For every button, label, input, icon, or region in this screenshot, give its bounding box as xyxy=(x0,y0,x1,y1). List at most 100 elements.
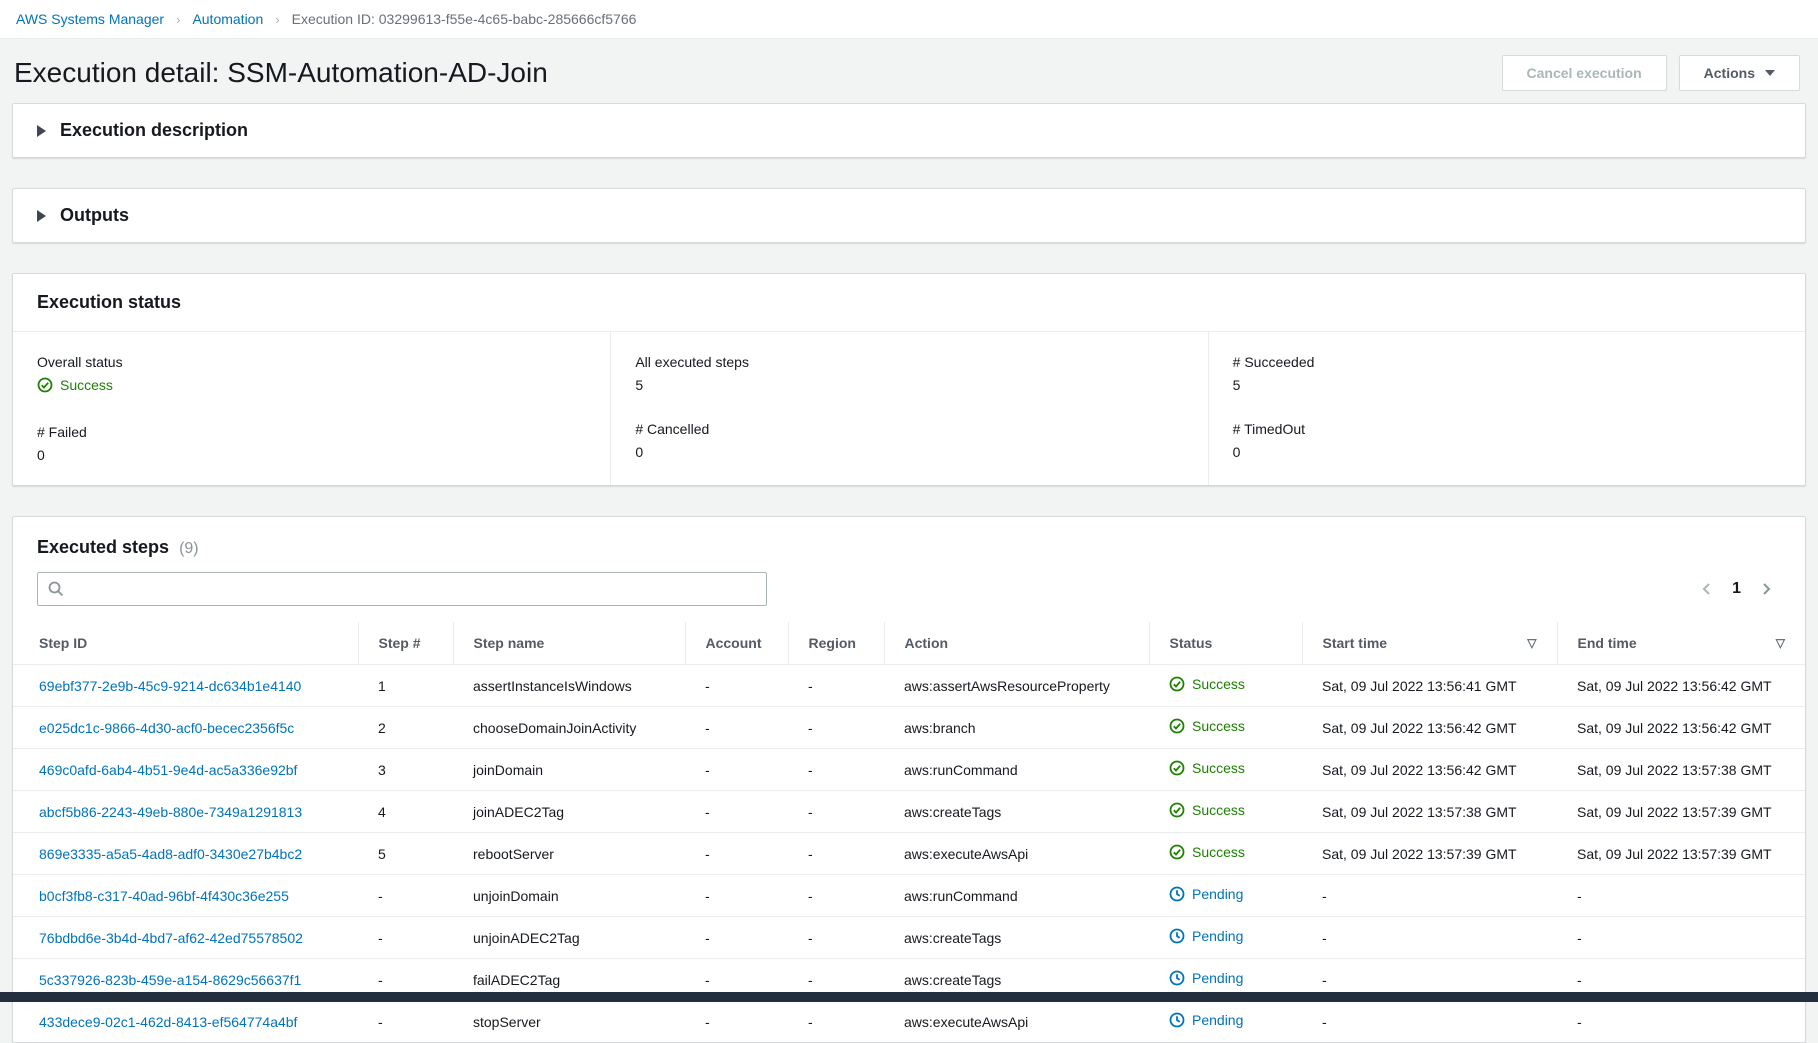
start-time-cell: Sat, 09 Jul 2022 13:57:38 GMT xyxy=(1302,790,1557,833)
action-cell: aws:createTags xyxy=(884,790,1149,833)
status-badge: Pending xyxy=(1169,886,1243,902)
cancel-execution-button[interactable]: Cancel execution xyxy=(1501,55,1667,91)
step-id-link[interactable]: 5c337926-823b-459e-a154-8629c56637f1 xyxy=(39,972,301,988)
end-time-cell: Sat, 09 Jul 2022 13:56:42 GMT xyxy=(1557,706,1805,749)
step-name-cell: joinADEC2Tag xyxy=(453,790,685,833)
previous-page-button[interactable] xyxy=(1700,582,1714,596)
action-cell: aws:executeAwsApi xyxy=(884,832,1149,875)
account-cell: - xyxy=(685,1000,788,1042)
step-name-cell: unjoinDomain xyxy=(453,874,685,917)
start-time-cell: Sat, 09 Jul 2022 13:56:42 GMT xyxy=(1302,706,1557,749)
header-buttons: Cancel execution Actions xyxy=(1501,55,1805,91)
overall-status-field: Overall status Success xyxy=(37,354,586,396)
step-id-link[interactable]: b0cf3fb8-c317-40ad-96bf-4f430c36e255 xyxy=(39,888,289,904)
step-number-cell: 1 xyxy=(378,677,386,694)
status-badge: Success xyxy=(1169,844,1245,860)
step-number-cell: 4 xyxy=(358,790,453,833)
sort-filter-icon[interactable]: ▽ xyxy=(1776,636,1785,650)
page-number[interactable]: 1 xyxy=(1732,580,1741,598)
failed-value: 0 xyxy=(37,447,45,463)
status-cell: Pending xyxy=(1149,916,1302,959)
table-header-row: Step ID Step # Step name Account Region … xyxy=(13,622,1805,665)
column-header-start-time[interactable]: Start time ▽ xyxy=(1301,622,1557,665)
sort-filter-icon[interactable]: ▽ xyxy=(1527,636,1536,650)
action-cell: aws:branch xyxy=(884,706,1149,749)
chevron-right-icon xyxy=(1763,583,1771,595)
status-column-1: Overall status Success # Failed 0 xyxy=(13,332,610,485)
succeeded-value: 5 xyxy=(1232,377,1241,393)
column-header-step-number: Step # xyxy=(357,622,453,665)
start-time-header-label: Start time xyxy=(1322,635,1388,651)
step-id-link[interactable]: 869e3335-a5a5-4ad8-adf0-3430e27b4bc2 xyxy=(39,846,302,862)
region-cell: - xyxy=(808,677,813,694)
status-cell: Success xyxy=(1149,790,1302,833)
step-id-link[interactable]: 69ebf377-2e9b-45c9-9214-dc634b1e4140 xyxy=(39,678,301,694)
breadcrumb-link-automation[interactable]: Automation xyxy=(192,11,263,27)
execution-description-panel: Execution description xyxy=(12,103,1806,158)
breadcrumb-link-ssm[interactable]: AWS Systems Manager xyxy=(16,11,164,27)
end-time-cell: - xyxy=(1557,874,1805,917)
failed-field: # Failed 0 xyxy=(37,424,586,463)
step-id-link[interactable]: 433dece9-02c1-462d-8413-ef564774a4bf xyxy=(39,1014,297,1030)
table-row: 76bdbd6e-3b4d-4bd7-af62-42ed75578502 - unj… xyxy=(13,916,1805,959)
pending-icon xyxy=(1169,886,1185,902)
step-name-cell: rebootServer xyxy=(453,832,685,875)
column-header-end-time[interactable]: End time ▽ xyxy=(1556,622,1805,665)
step-name-cell: joinDomain xyxy=(453,748,685,791)
table-row: b0cf3fb8-c317-40ad-96bf-4f430c36e255- unj… xyxy=(13,874,1805,917)
overall-status-label: Overall status xyxy=(37,354,123,370)
column-header-account: Account xyxy=(684,622,788,665)
step-name-cell: unjoinADEC2Tag xyxy=(453,916,685,959)
chevron-down-icon xyxy=(1765,70,1775,76)
region-cell: - xyxy=(788,748,884,791)
next-page-button[interactable] xyxy=(1759,582,1773,596)
timedout-value: 0 xyxy=(1232,444,1241,460)
start-time-cell: Sat, 09 Jul 2022 13:57:39 GMT xyxy=(1302,832,1557,875)
outputs-toggle[interactable]: Outputs xyxy=(13,189,1805,242)
status-badge: Success xyxy=(1169,718,1245,734)
chevron-left-icon xyxy=(1702,583,1710,595)
step-name-cell: assertInstanceIsWindows xyxy=(473,677,632,694)
actions-button[interactable]: Actions xyxy=(1678,55,1800,91)
all-executed-steps-label: All executed steps xyxy=(635,354,749,370)
step-number-cell: 3 xyxy=(358,748,453,791)
status-cell: Success xyxy=(1149,665,1302,707)
step-id-link[interactable]: e025dc1c-9866-4d30-acf0-becec2356f5c xyxy=(39,720,294,736)
search-input[interactable] xyxy=(72,580,756,598)
step-number-cell: 2 xyxy=(358,706,453,749)
status-column-3: # Succeeded 5 # TimedOut 0 xyxy=(1207,332,1805,485)
table-row: 469c0afd-6ab4-4b51-9e4d-ac5a336e92bf 3 joi… xyxy=(13,748,1805,791)
outputs-panel: Outputs xyxy=(12,188,1806,243)
status-cell: Pending xyxy=(1149,1000,1302,1042)
all-executed-steps-field: All executed steps 5 xyxy=(635,354,1183,393)
expand-triangle-icon xyxy=(37,124,46,137)
account-cell: - xyxy=(685,916,788,959)
status-badge: Pending xyxy=(1169,1012,1243,1028)
action-cell: aws:runCommand xyxy=(884,874,1149,917)
region-cell: - xyxy=(788,1000,884,1042)
execution-status-grid: Overall status Success # Failed 0 All ex… xyxy=(13,332,1805,485)
step-number-cell: - xyxy=(358,874,453,917)
end-time-cell: - xyxy=(1557,1000,1805,1042)
status-cell: Pending xyxy=(1149,874,1302,917)
account-cell: - xyxy=(685,832,788,875)
start-time-cell: Sat, 09 Jul 2022 13:56:41 GMT xyxy=(1322,677,1517,694)
executed-steps-table: Step ID Step # Step name Account Region … xyxy=(13,622,1805,1042)
step-name-cell: chooseDomainJoinActivity xyxy=(453,706,685,749)
table-controls: 1 xyxy=(13,560,1805,622)
start-time-cell: - xyxy=(1302,874,1557,917)
executed-steps-heading: Executed steps (9) xyxy=(13,517,1805,560)
search-box xyxy=(37,572,767,606)
execution-description-toggle[interactable]: Execution description xyxy=(13,104,1805,157)
column-header-status: Status xyxy=(1148,622,1302,665)
table-row: abcf5b86-2243-49eb-880e-7349a1291813 4 joi… xyxy=(13,790,1805,833)
table-row: 69ebf377-2e9b-45c9-9214-dc634b1e4140 1 ass… xyxy=(13,665,1805,707)
pagination: 1 xyxy=(1700,580,1781,598)
executed-steps-count: (9) xyxy=(179,540,199,557)
account-cell: - xyxy=(685,706,788,749)
execution-status-header: Execution status xyxy=(13,274,1805,332)
step-id-link[interactable]: 76bdbd6e-3b4d-4bd7-af62-42ed75578502 xyxy=(39,930,303,946)
step-id-link[interactable]: 469c0afd-6ab4-4b51-9e4d-ac5a336e92bf xyxy=(39,762,297,778)
start-time-cell: Sat, 09 Jul 2022 13:56:42 GMT xyxy=(1302,748,1557,791)
step-id-link[interactable]: abcf5b86-2243-49eb-880e-7349a1291813 xyxy=(39,804,302,820)
